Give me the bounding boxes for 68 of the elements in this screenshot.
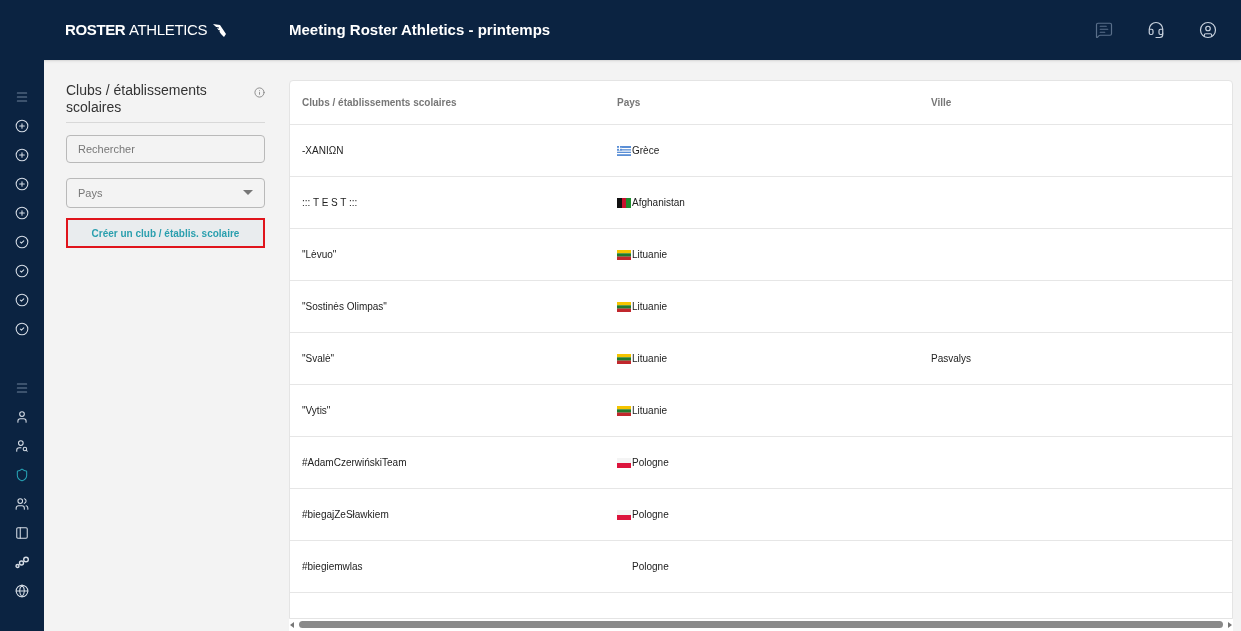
greece-flag-icon [617, 145, 631, 156]
circles-icon[interactable] [15, 555, 29, 569]
afghanistan-flag-icon [617, 197, 631, 208]
user-icon[interactable] [15, 410, 29, 424]
table-row[interactable]: "Vytis" Lituanie [290, 385, 1232, 437]
poland-flag-icon [617, 457, 631, 468]
scrollbar-thumb[interactable] [299, 621, 1223, 628]
plus-circle-icon[interactable] [15, 119, 29, 133]
column-header[interactable]: Pays [617, 95, 931, 110]
club-name: #AdamCzerwińskiTeam [302, 456, 408, 470]
page-title: Meeting Roster Athletics - printemps [289, 19, 551, 40]
search-field[interactable]: Rechercher [66, 135, 265, 163]
headset-icon[interactable] [1147, 21, 1165, 39]
club-name: #biegiemwlas [302, 560, 364, 574]
check-circle-icon[interactable] [15, 293, 29, 307]
check-circle-icon[interactable] [15, 322, 29, 336]
table-row[interactable]: -XANIΩN Grèce [290, 125, 1232, 177]
club-name: "Svalė" [302, 352, 336, 366]
plus-circle-icon[interactable] [15, 177, 29, 191]
country-name: Lituanie [632, 248, 668, 262]
account-icon[interactable] [1199, 21, 1217, 39]
plus-circle-icon[interactable] [15, 148, 29, 162]
table-row[interactable]: ::: T E S T ::: Afghanistan [290, 177, 1232, 229]
country-name: Grèce [632, 144, 660, 158]
club-name: "Vytis" [302, 404, 332, 418]
scroll-left-icon[interactable] [289, 621, 295, 628]
brand-logo[interactable]: ROSTER ATHLETICS [65, 18, 208, 42]
country-name: Lituanie [632, 352, 668, 366]
plus-circle-icon[interactable] [15, 206, 29, 220]
globe-icon[interactable] [15, 584, 29, 598]
info-icon[interactable] [254, 87, 265, 98]
panel-icon[interactable] [15, 526, 29, 540]
shield-icon[interactable] [15, 468, 29, 482]
country-name: Lituanie [632, 300, 668, 314]
club-name: "Lėvuo" [302, 248, 338, 262]
city-name: Pasvalys [931, 352, 972, 366]
poland-flag-icon [617, 509, 631, 520]
country-name: Afghanistan [632, 196, 685, 210]
country-name: Pologne [632, 560, 669, 574]
lithuania-flag-icon [617, 301, 631, 312]
column-header[interactable]: Clubs / établissements scolaires [302, 95, 617, 110]
club-name: "Sostinės Olimpas" [302, 300, 388, 314]
club-name: #biegajZeSławkiem [302, 508, 390, 522]
club-name: ::: T E S T ::: [302, 196, 359, 210]
table-row[interactable]: "Sostinės Olimpas" Lituanie [290, 281, 1232, 333]
table-row[interactable]: #AdamCzerwińskiTeam Pologne [290, 437, 1232, 489]
lithuania-flag-icon [617, 405, 631, 416]
check-circle-icon[interactable] [15, 235, 29, 249]
country-dropdown[interactable]: Pays [66, 178, 265, 208]
column-header[interactable]: Ville [931, 95, 1220, 110]
chat-icon[interactable] [1095, 21, 1113, 39]
lithuania-flag-icon [617, 249, 631, 260]
scroll-right-icon[interactable] [1227, 621, 1233, 628]
country-name: Lituanie [632, 404, 668, 418]
country-name: Pologne [632, 508, 669, 522]
table-row[interactable]: "Lėvuo" Lituanie [290, 229, 1232, 281]
check-circle-icon[interactable] [15, 264, 29, 278]
table-row[interactable]: "Svalė" Lituanie Pasvalys [290, 333, 1232, 385]
table-row[interactable]: #biegiemwlas Pologne [290, 541, 1232, 593]
users-icon[interactable] [15, 497, 29, 511]
club-name: -XANIΩN [302, 144, 345, 158]
horizontal-scrollbar[interactable] [289, 619, 1233, 631]
dropdown-caret-icon [243, 190, 253, 196]
table-row[interactable]: #biegajZeSławkiem Pologne [290, 489, 1232, 541]
country-name: Pologne [632, 456, 669, 470]
panel-title: Clubs / établissements scolaires [66, 82, 208, 116]
user-search-icon[interactable] [15, 439, 29, 453]
lithuania-flag-icon [617, 353, 631, 364]
